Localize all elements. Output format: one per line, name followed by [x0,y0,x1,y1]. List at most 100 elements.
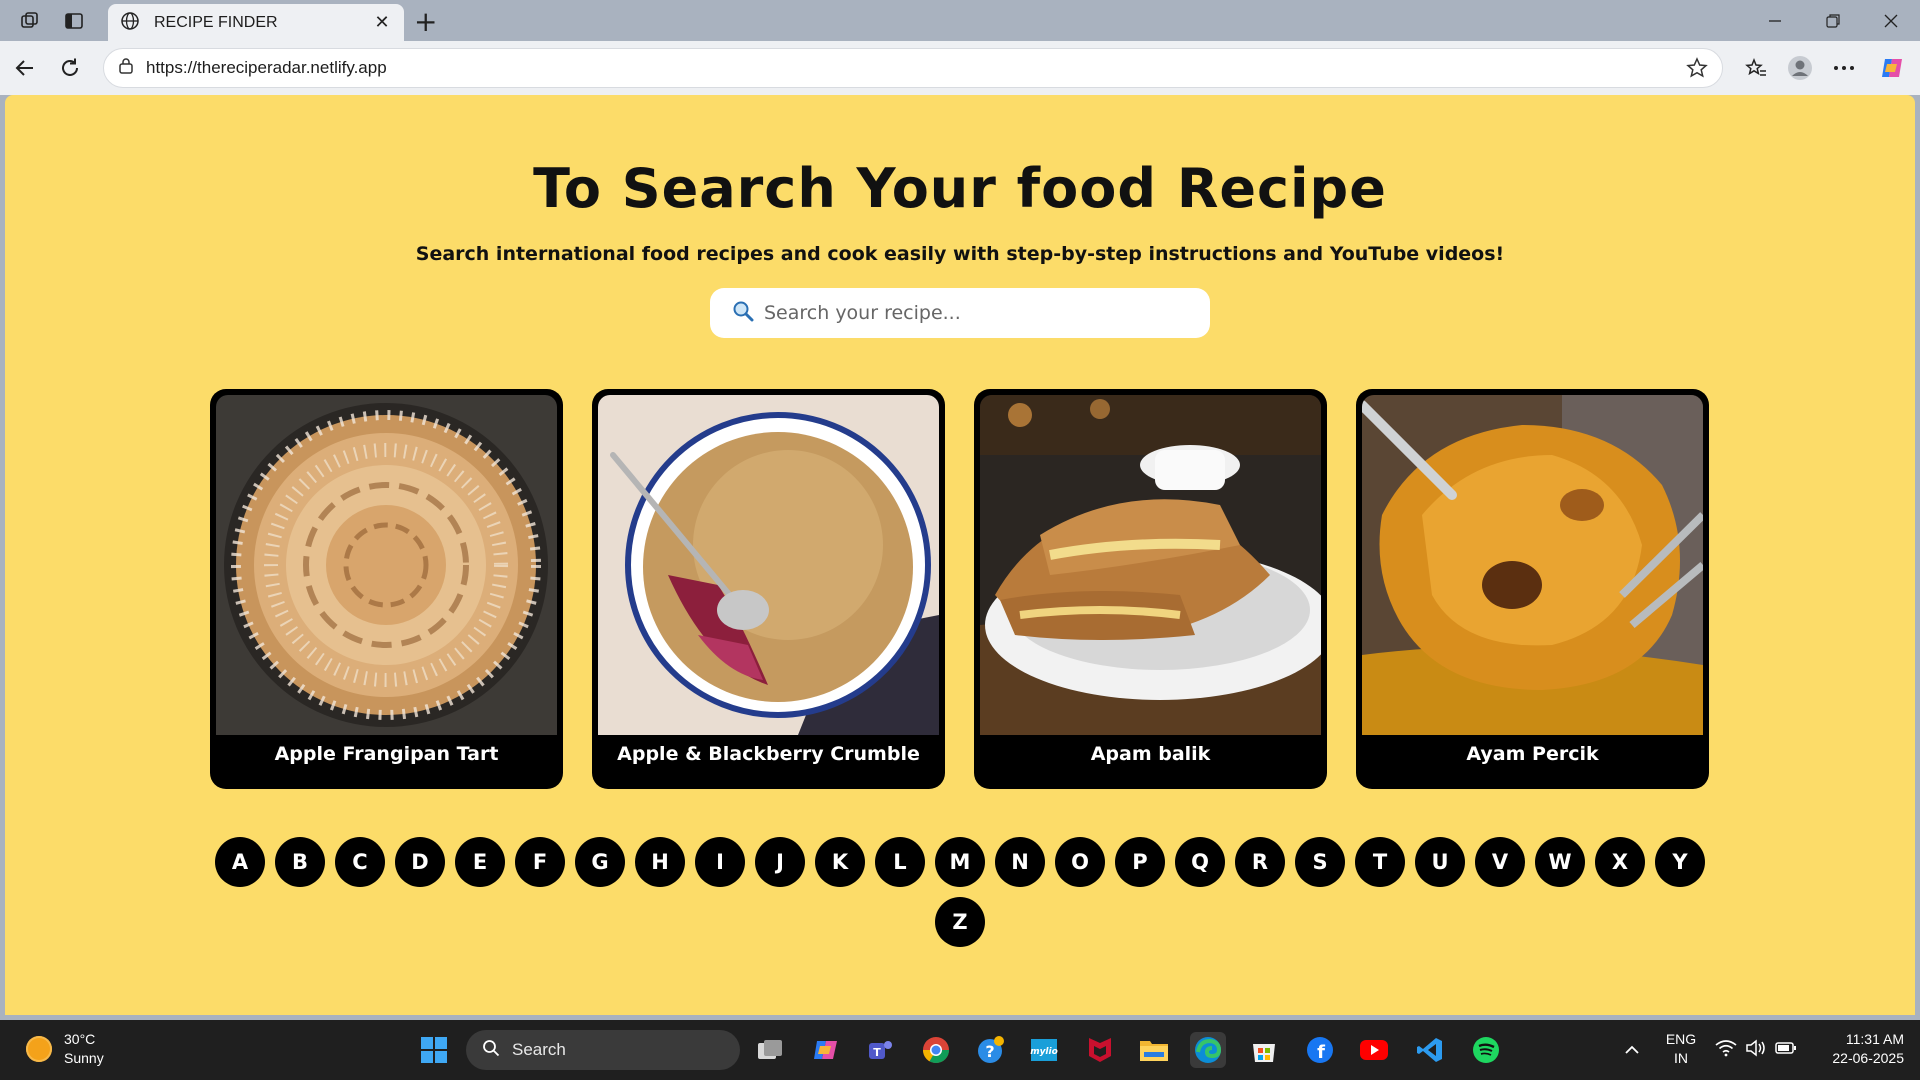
system-status-icons[interactable] [1710,1032,1802,1068]
chevron-up-icon[interactable] [1614,1032,1650,1068]
letter-button-v[interactable]: V [1475,837,1525,887]
close-tab-icon[interactable]: ✕ [372,12,392,33]
search-icon [482,1039,500,1061]
letter-button-u[interactable]: U [1415,837,1465,887]
recipe-card[interactable]: Ayam Percik [1356,389,1709,789]
svg-text:T: T [873,1046,881,1059]
recipe-card-title[interactable]: Ayam Percik [1356,743,1709,765]
clock[interactable]: 11:31 AM 22-06-2025 [1808,1030,1904,1068]
letter-button-q[interactable]: Q [1175,837,1225,887]
refresh-icon[interactable] [55,53,85,83]
task-view-icon[interactable] [752,1032,788,1068]
search-icon [732,300,754,326]
letter-button-d[interactable]: D [395,837,445,887]
workspaces-icon[interactable] [16,8,44,34]
letter-button-o[interactable]: O [1055,837,1105,887]
chrome-icon[interactable] [918,1032,954,1068]
letter-button-b[interactable]: B [275,837,325,887]
volume-icon [1745,1039,1767,1061]
region-code: IN [1674,1050,1688,1066]
mylio-icon[interactable]: mylio [1026,1032,1062,1068]
address-bar[interactable]: https://thereciperadar.netlify.app [103,48,1723,88]
close-window-icon[interactable] [1862,6,1920,36]
back-arrow-icon[interactable] [10,53,40,83]
letter-button-p[interactable]: P [1115,837,1165,887]
recipe-card-title[interactable]: Apam balik [974,743,1327,765]
taskbar-search[interactable]: Search [466,1030,740,1070]
browser-tab-active[interactable]: RECIPE FINDER ✕ [108,4,404,41]
wifi-icon [1715,1039,1737,1061]
site-info-icon[interactable] [118,57,134,79]
microsoft-store-icon[interactable] [1246,1032,1282,1068]
windows-taskbar: 30°C Sunny Search T ? mylio f ENG IN 11:… [0,1020,1920,1080]
crumble-photo[interactable] [598,395,939,735]
letter-button-s[interactable]: S [1295,837,1345,887]
sun-icon [26,1036,52,1062]
file-explorer-icon[interactable] [1136,1032,1172,1068]
copilot-icon[interactable] [1876,52,1908,84]
help-icon[interactable]: ? [972,1032,1008,1068]
recipe-card[interactable]: Apam balik [974,389,1327,789]
page-viewport: To Search Your food Recipe Search intern… [5,95,1915,1015]
facebook-icon[interactable]: f [1302,1032,1338,1068]
browser-toolbar: https://thereciperadar.netlify.app [0,41,1920,95]
teams-icon[interactable]: T [862,1032,898,1068]
clock-date: 22-06-2025 [1832,1050,1904,1066]
svg-text:f: f [1317,1042,1325,1063]
browser-tab-bar: RECIPE FINDER ✕ + [0,0,1920,41]
apple-tart-photo[interactable] [216,395,557,735]
mcafee-icon[interactable] [1082,1032,1118,1068]
page-subtitle: Search international food recipes and co… [415,243,1505,265]
letter-button-m[interactable]: M [935,837,985,887]
recipe-search-box[interactable] [710,288,1210,338]
weather-widget[interactable]: 30°C Sunny [26,1030,104,1068]
letter-button-t[interactable]: T [1355,837,1405,887]
edge-icon[interactable] [1190,1032,1226,1068]
clock-time: 11:31 AM [1845,1031,1904,1047]
letter-button-g[interactable]: G [575,837,625,887]
letter-button-k[interactable]: K [815,837,865,887]
letter-button-z[interactable]: Z [935,897,985,947]
windows-start-icon[interactable] [416,1032,452,1068]
more-options-icon[interactable] [1828,52,1860,84]
letter-button-c[interactable]: C [335,837,385,887]
language-indicator[interactable]: ENG IN [1662,1030,1700,1068]
letter-button-a[interactable]: A [215,837,265,887]
letter-button-r[interactable]: R [1235,837,1285,887]
recipe-cards: Apple Frangipan Tart Apple & Blackberry … [210,389,1716,789]
language-code: ENG [1665,1031,1697,1047]
profile-avatar-icon[interactable] [1784,52,1816,84]
favorite-star-icon[interactable] [1686,57,1708,83]
restore-icon[interactable] [1804,6,1862,36]
favorites-icon[interactable] [1740,52,1772,84]
letter-button-y[interactable]: Y [1655,837,1705,887]
recipe-card-title[interactable]: Apple Frangipan Tart [210,743,563,765]
page-title: To Search Your food Recipe [533,157,1387,220]
copilot-taskbar-icon[interactable] [808,1032,844,1068]
ayam-percik-photo[interactable] [1362,395,1703,735]
letter-button-f[interactable]: F [515,837,565,887]
tab-actions-icon[interactable] [60,8,88,34]
spotify-icon[interactable] [1468,1032,1504,1068]
recipe-card-title[interactable]: Apple & Blackberry Crumble [592,743,945,765]
recipe-card[interactable]: Apple Frangipan Tart [210,389,563,789]
url-text[interactable]: https://thereciperadar.netlify.app [146,58,1722,78]
svg-text:mylio: mylio [1030,1047,1058,1057]
letter-button-j[interactable]: J [755,837,805,887]
letter-button-w[interactable]: W [1535,837,1585,887]
letter-button-n[interactable]: N [995,837,1045,887]
letter-button-e[interactable]: E [455,837,505,887]
letter-button-h[interactable]: H [635,837,685,887]
battery-icon [1775,1041,1797,1059]
letter-button-x[interactable]: X [1595,837,1645,887]
recipe-card[interactable]: Apple & Blackberry Crumble [592,389,945,789]
recipe-search-input[interactable] [764,302,1184,324]
youtube-icon[interactable] [1356,1032,1392,1068]
vscode-icon[interactable] [1412,1032,1448,1068]
weather-temp: 30°C [64,1031,96,1047]
minimize-icon[interactable] [1746,6,1804,36]
new-tab-button[interactable]: + [414,5,437,38]
letter-button-l[interactable]: L [875,837,925,887]
apam-balik-photo[interactable] [980,395,1321,735]
letter-button-i[interactable]: I [695,837,745,887]
